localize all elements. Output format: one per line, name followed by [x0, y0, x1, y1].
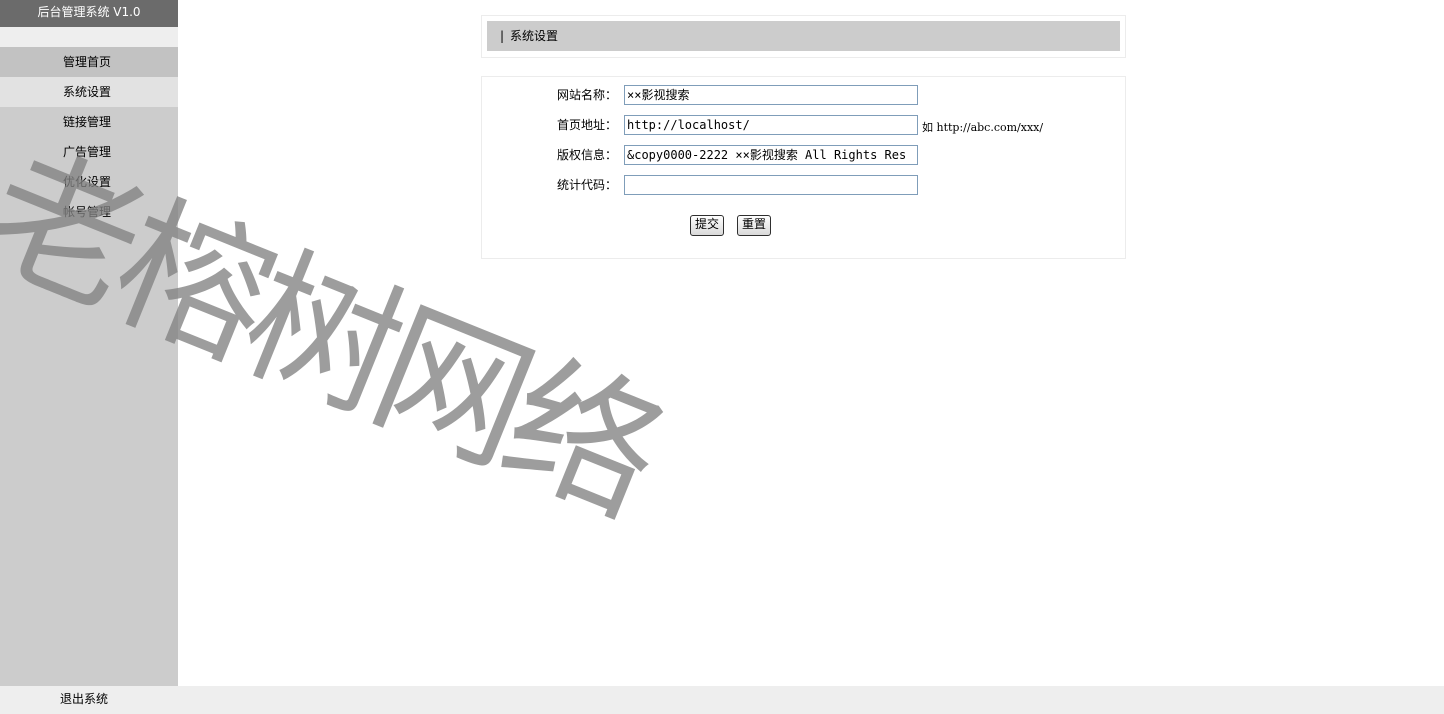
form-row-stats-code: 统计代码： — [482, 174, 1125, 196]
sidebar-item-ads[interactable]: 广告管理 — [0, 137, 178, 167]
form-row-home-url: 首页地址： http://localhost/ 如 http://abc.com… — [482, 114, 1125, 136]
home-url-label: 首页地址： — [556, 118, 617, 132]
title-separator: | — [500, 29, 505, 43]
submit-button[interactable]: 提交 — [690, 215, 725, 236]
stats-code-label: 统计代码： — [556, 178, 617, 192]
home-url-hint: 如 http://abc.com/xxx/ — [922, 119, 1043, 135]
sidebar-item-accounts[interactable]: 帐号管理 — [0, 197, 178, 227]
section-title-bar: | 系统设置 — [487, 21, 1120, 51]
logout-link[interactable]: 退出系统 — [60, 686, 108, 713]
sidebar-item-home[interactable]: 管理首页 — [0, 47, 178, 77]
hint-url: http://abc.com/xxx/ — [936, 121, 1044, 134]
section-title-panel: | 系统设置 — [481, 15, 1126, 58]
app-title: 后台管理系统 V1.0 — [0, 0, 178, 27]
page-title: 系统设置 — [510, 29, 559, 43]
sidebar-item-optimization[interactable]: 优化设置 — [0, 167, 178, 197]
reset-button[interactable]: 重置 — [737, 215, 772, 236]
form-row-copyright: 版权信息： &copy0000-2222 ××影视搜索 All Rights R… — [482, 144, 1125, 166]
footer-bar: 退出系统 — [0, 686, 1444, 714]
stats-code-input[interactable] — [624, 175, 918, 195]
sidebar-item-links[interactable]: 链接管理 — [0, 107, 178, 137]
hint-prefix: 如 — [922, 121, 933, 134]
sidebar-spacer — [0, 27, 178, 47]
copyright-input[interactable]: &copy0000-2222 ××影视搜索 All Rights Res — [624, 145, 918, 165]
sidebar: 后台管理系统 V1.0 管理首页 系统设置 链接管理 广告管理 优化设置 帐号管… — [0, 0, 178, 686]
site-name-input[interactable]: ××影视搜索 — [624, 85, 918, 105]
copyright-label: 版权信息： — [556, 148, 617, 162]
settings-form: 网站名称： ××影视搜索 首页地址： http://localhost/ 如 h… — [481, 76, 1126, 259]
form-row-site-name: 网站名称： ××影视搜索 — [482, 84, 1125, 106]
home-url-input[interactable]: http://localhost/ — [624, 115, 918, 135]
site-name-label: 网站名称： — [556, 88, 617, 102]
sidebar-item-system-settings[interactable]: 系统设置 — [0, 77, 178, 107]
